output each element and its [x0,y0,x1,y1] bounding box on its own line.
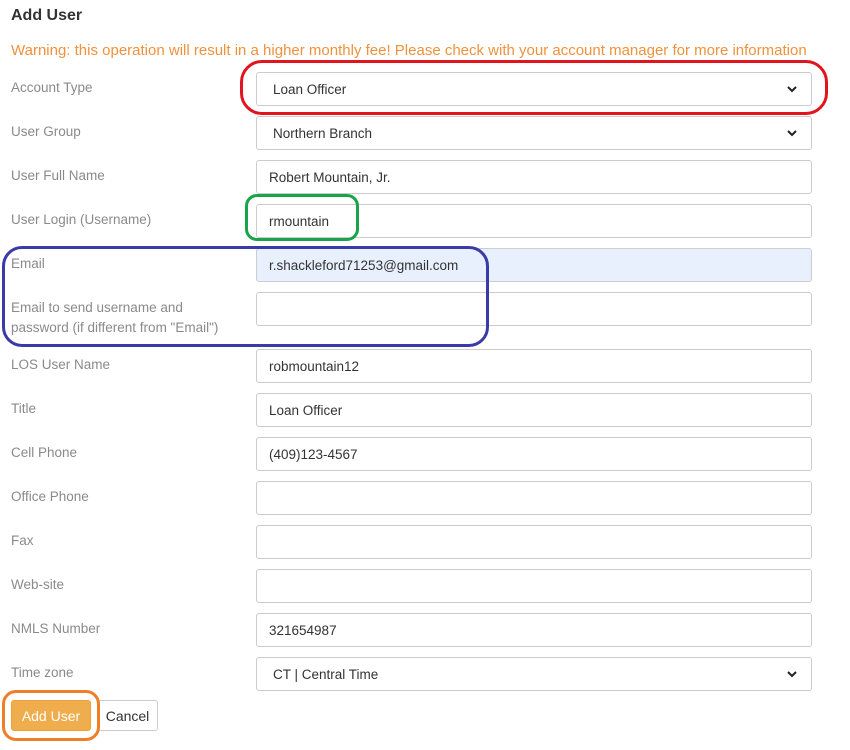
account-type-value: Loan Officer [273,81,347,97]
label-title: Title [11,401,37,416]
label-fax: Fax [11,533,34,548]
account-type-select[interactable]: Loan Officer [256,72,812,106]
label-user-login: User Login (Username) [11,212,152,227]
email-send-input[interactable] [256,292,812,326]
label-user-group: User Group [11,124,81,139]
email-input[interactable] [256,248,812,282]
time-zone-select[interactable]: CT | Central Time [256,657,812,691]
label-account-type: Account Type [11,80,93,95]
label-website: Web-site [11,577,65,592]
office-phone-input[interactable] [256,481,812,515]
los-user-name-input[interactable] [256,349,812,383]
page-title: Add User [11,7,83,24]
user-group-select[interactable]: Northern Branch [256,116,812,150]
chevron-down-icon [787,671,797,678]
user-login-input[interactable] [256,204,812,238]
label-email: Email [11,256,45,271]
label-office-phone: Office Phone [11,489,89,504]
label-time-zone: Time zone [11,665,74,680]
user-group-value: Northern Branch [273,125,373,141]
label-los-user-name: LOS User Name [11,357,111,372]
chevron-down-icon [787,86,797,93]
title-input[interactable] [256,393,812,427]
label-full-name: User Full Name [11,168,105,183]
chevron-down-icon [787,130,797,137]
full-name-input[interactable] [256,160,812,194]
label-email-send: Email to send username and password (if … [11,300,219,335]
label-cell-phone: Cell Phone [11,445,78,460]
cancel-button[interactable]: Cancel [97,700,158,731]
website-input[interactable] [256,569,812,603]
add-user-button[interactable]: Add User [11,700,91,731]
nmls-number-input[interactable] [256,613,812,647]
fee-warning: Warning: this operation will result in a… [11,42,807,59]
fax-input[interactable] [256,525,812,559]
cell-phone-input[interactable] [256,437,812,471]
time-zone-value: CT | Central Time [273,666,379,682]
label-nmls-number: NMLS Number [11,621,101,636]
